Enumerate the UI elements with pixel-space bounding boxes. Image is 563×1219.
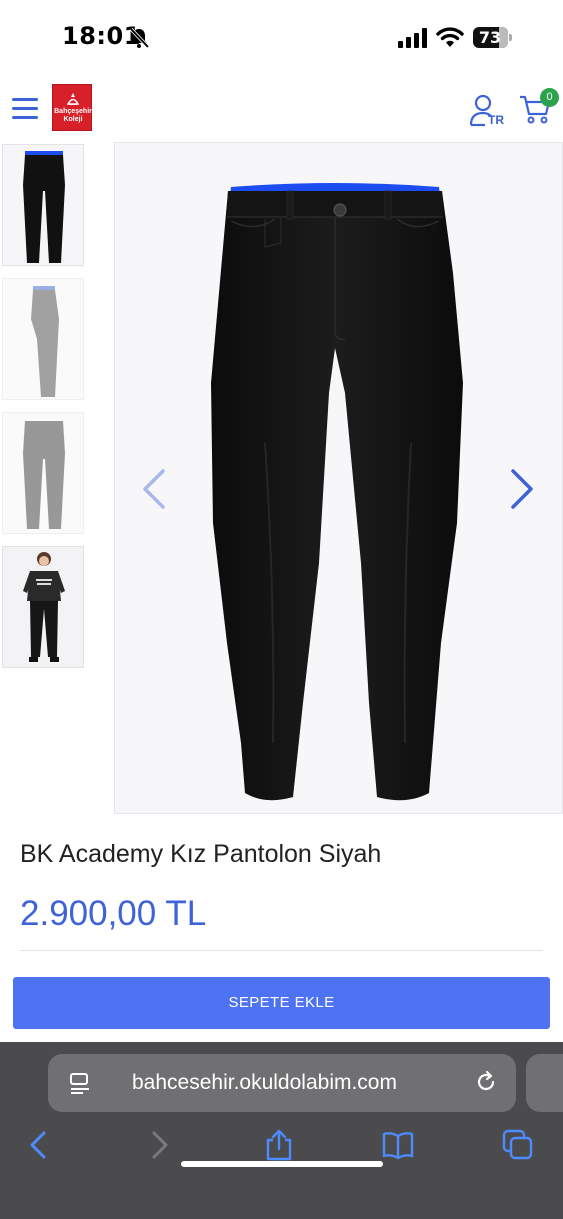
thumbnail-model[interactable]: [2, 546, 84, 668]
signal-icon: [398, 28, 427, 48]
site-header: Bahçeşehir Koleji TR 0: [0, 70, 563, 142]
chevron-right-icon[interactable]: [507, 467, 537, 511]
product-gallery: [0, 142, 563, 816]
thumbnail-back[interactable]: [2, 412, 84, 534]
thumbnail-list: [0, 142, 86, 816]
main-product-image[interactable]: [114, 142, 563, 814]
bell-muted-icon: [129, 27, 150, 49]
forward-icon[interactable]: [142, 1128, 176, 1162]
cart-count-badge: 0: [540, 88, 559, 107]
battery-indicator: 73: [473, 27, 513, 48]
next-tab-bar[interactable]: [526, 1054, 563, 1112]
divider: [20, 950, 543, 951]
chevron-left-icon[interactable]: [139, 467, 169, 511]
add-to-cart-button[interactable]: SEPETE EKLE: [13, 977, 550, 1029]
product-title: BK Academy Kız Pantolon Siyah: [20, 840, 382, 868]
wifi-icon: [436, 27, 464, 47]
browser-toolbar: bahcesehir.okuldolabim.com: [0, 1042, 563, 1219]
url-text: bahcesehir.okuldolabim.com: [132, 1071, 397, 1094]
site-logo[interactable]: Bahçeşehir Koleji: [52, 84, 92, 131]
product-price: 2.900,00 TL: [20, 894, 207, 933]
logo-emblem-icon: [66, 93, 80, 105]
menu-icon[interactable]: [12, 98, 38, 120]
thumbnail-front[interactable]: [2, 144, 84, 266]
back-icon[interactable]: [22, 1128, 56, 1162]
share-icon[interactable]: [262, 1128, 296, 1162]
language-label[interactable]: TR: [488, 113, 504, 127]
reader-icon[interactable]: [69, 1071, 91, 1095]
status-bar: 18:01 73: [0, 0, 563, 70]
tabs-icon[interactable]: [501, 1128, 535, 1162]
thumbnail-side[interactable]: [2, 278, 84, 400]
bookmarks-icon[interactable]: [381, 1128, 415, 1162]
logo-text: Bahçeşehir Koleji: [54, 108, 92, 123]
home-indicator: [181, 1161, 383, 1167]
battery-level: 73: [478, 28, 502, 47]
address-bar[interactable]: bahcesehir.okuldolabim.com: [48, 1054, 516, 1112]
reload-icon[interactable]: [474, 1070, 498, 1094]
product-info: BK Academy Kız Pantolon Siyah 2.900,00 T…: [0, 816, 563, 966]
